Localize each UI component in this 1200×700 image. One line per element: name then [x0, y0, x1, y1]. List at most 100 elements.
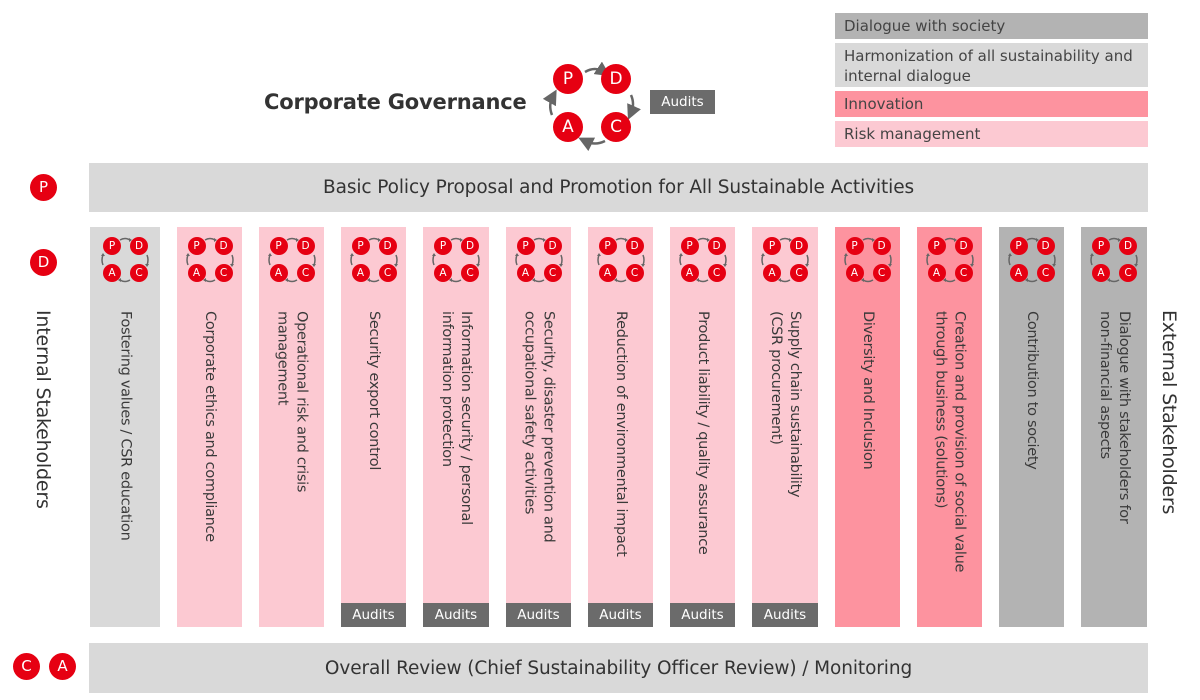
pdca-plan-icon: P	[434, 237, 452, 255]
column-label: Information security / personal informat…	[439, 311, 474, 525]
pdca-check-icon: C	[707, 264, 726, 282]
pdca-do-icon: D	[707, 237, 726, 255]
pdca-plan-icon: P	[351, 237, 370, 255]
pdca-plan-icon: P	[1009, 237, 1028, 255]
column-pdca-cycle: PDCA	[185, 235, 235, 285]
pdca-act-icon: A	[845, 264, 864, 282]
column-label: Supply chain sustainability (CSR procure…	[768, 311, 803, 498]
pdca-check-icon: C	[130, 264, 148, 282]
column-label: Corporate ethics and compliance	[202, 311, 218, 542]
pdca-act-icon: A	[553, 112, 583, 142]
review-band: Overall Review (Chief Sustainability Off…	[89, 643, 1148, 693]
pdca-act-icon: A	[269, 264, 288, 282]
pdca-plan-icon: P	[680, 237, 699, 255]
activity-column: P D C A Supply chain sustainability (CSR pro…	[752, 227, 818, 627]
pdca-act-icon: A	[598, 264, 617, 282]
pdca-act-icon: A	[763, 264, 781, 282]
pdca-do-icon: D	[1036, 237, 1055, 255]
column-pdca-cycle: PDCA	[843, 235, 893, 285]
pdca-act-icon: A	[1009, 264, 1028, 282]
column-label: Reduction of environmental impact	[613, 311, 629, 557]
pdca-check-icon: C	[461, 264, 479, 282]
pdca-plan-icon: P	[598, 237, 617, 255]
pdca-do-icon: D	[130, 237, 148, 255]
pdca-act-icon: A	[680, 264, 699, 282]
pdca-act-icon: A	[516, 264, 535, 282]
governance-audits-badge: Audits	[650, 90, 715, 114]
column-label: Creation and provision of social value t…	[932, 311, 968, 573]
pdca-act-icon: A	[351, 264, 370, 282]
column-audits-badge: Audits	[588, 603, 653, 627]
external-stakeholders-label: External Stakeholders	[1158, 310, 1180, 515]
review-band-label: Overall Review (Chief Sustainability Off…	[324, 657, 913, 679]
column-audits-badge: Audits	[670, 603, 735, 627]
pdca-do-icon: D	[601, 64, 631, 94]
stage-check-icon: C	[13, 653, 40, 680]
pdca-plan-icon: P	[516, 237, 535, 255]
pdca-check-icon: C	[378, 264, 397, 282]
pdca-check-icon: C	[543, 264, 562, 282]
activity-column: P D C A Operational risk and crisis manageme…	[259, 227, 324, 627]
pdca-plan-icon: P	[103, 237, 121, 255]
pdca-check-icon: C	[296, 264, 315, 282]
pdca-plan-icon: P	[269, 237, 288, 255]
activity-column: P D C A Reduction of environmental impact Aud…	[588, 227, 653, 627]
column-label: Security export control	[366, 311, 382, 471]
plan-band-label: Basic Policy Proposal and Promotion for …	[322, 177, 915, 198]
column-label: Dialogue with stakeholders for non-finan…	[1097, 311, 1132, 524]
corporate-governance-title: Corporate Governance	[264, 90, 527, 114]
column-label: Operational risk and crisis management	[274, 311, 310, 493]
pdca-plan-icon: P	[845, 237, 864, 255]
plan-band: Basic Policy Proposal and Promotion for …	[89, 163, 1148, 212]
pdca-check-icon: C	[954, 264, 973, 282]
pdca-act-icon: A	[1092, 264, 1110, 282]
legend-harmonization: Harmonization of all sustainability and …	[835, 43, 1148, 87]
pdca-act-icon: A	[187, 264, 206, 282]
activity-column: P D C A Creation and provision of social val…	[917, 227, 982, 627]
stage-plan-icon: P	[30, 174, 57, 201]
activity-column: P D C A Information security / personal info…	[423, 227, 489, 627]
pdca-do-icon: D	[625, 237, 644, 255]
activity-column: P D C A Corporate ethics and compliance	[177, 227, 242, 627]
column-label: Security, disaster prevention and occupa…	[521, 311, 557, 543]
pdca-act-icon: A	[103, 264, 121, 282]
pdca-do-icon: D	[296, 237, 315, 255]
column-audits-badge: Audits	[341, 603, 406, 627]
column-pdca-cycle: PDCA	[596, 235, 646, 285]
activity-column: P D C A Product liability / quality assuranc…	[670, 227, 735, 627]
activity-column: P D C A Security export control Audits	[341, 227, 406, 627]
column-audits-badge: Audits	[423, 603, 489, 627]
legend-dialogue-society: Dialogue with society	[835, 13, 1148, 39]
pdca-check-icon: C	[625, 264, 644, 282]
column-pdca-cycle: PDCA	[349, 235, 399, 285]
column-label: Product liability / quality assurance	[695, 311, 711, 555]
pdca-act-icon: A	[927, 264, 946, 282]
legend-risk-management: Risk management	[835, 121, 1148, 147]
pdca-do-icon: D	[378, 237, 397, 255]
pdca-do-icon: D	[954, 237, 973, 255]
stage-act-icon: A	[49, 653, 76, 680]
legend-innovation: Innovation	[835, 91, 1148, 117]
activity-column: P D C A Fostering values / CSR education	[90, 227, 160, 627]
pdca-do-icon: D	[461, 237, 479, 255]
pdca-do-icon: D	[543, 237, 562, 255]
pdca-plan-icon: P	[763, 237, 781, 255]
column-audits-badge: Audits	[752, 603, 818, 627]
activity-column: P D C A Diversity and Inclusion	[835, 227, 900, 627]
column-audits-badge: Audits	[506, 603, 571, 627]
pdca-check-icon: C	[872, 264, 891, 282]
column-pdca-cycle: PDCA	[267, 235, 317, 285]
pdca-do-icon: D	[1119, 237, 1137, 255]
pdca-check-icon: C	[601, 112, 631, 142]
pdca-check-icon: C	[214, 264, 233, 282]
internal-stakeholders-label: Internal Stakeholders	[32, 310, 54, 509]
column-pdca-cycle: PDCA	[760, 235, 810, 285]
column-pdca-cycle: PDCA	[1007, 235, 1057, 285]
activity-column: P D C A Security, disaster prevention and oc…	[506, 227, 571, 627]
column-pdca-cycle: PDCA	[100, 235, 150, 285]
pdca-check-icon: C	[790, 264, 808, 282]
pdca-plan-icon: P	[1092, 237, 1110, 255]
column-pdca-cycle: PDCA	[925, 235, 975, 285]
pdca-check-icon: C	[1036, 264, 1055, 282]
pdca-plan-icon: P	[553, 64, 583, 94]
